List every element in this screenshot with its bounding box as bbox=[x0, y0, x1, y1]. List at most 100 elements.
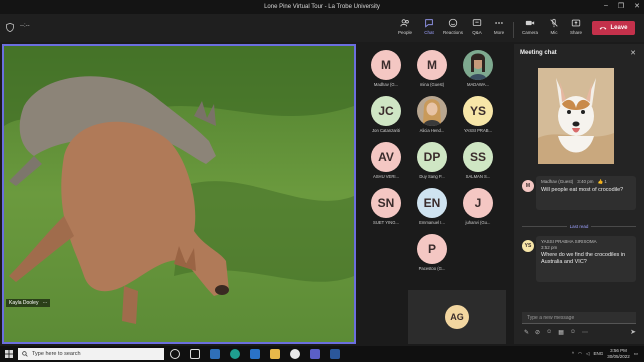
message-meta: YASSI PRABHA SIRISOMA 3:52 pm bbox=[541, 239, 631, 250]
speaker-name-tag: Kayla Dooley ··· bbox=[6, 299, 51, 307]
participant-tile[interactable]: SS SALMAN S... bbox=[455, 142, 501, 182]
more-button[interactable]: More bbox=[487, 18, 511, 40]
format-icon[interactable]: ✎ bbox=[524, 329, 529, 336]
language-indicator[interactable]: ENG bbox=[593, 351, 603, 356]
minimize-button[interactable]: – bbox=[604, 2, 608, 10]
participant-tile[interactable]: P Pacestoo (G... bbox=[409, 234, 455, 274]
participant-name: SALMAN S... bbox=[465, 174, 491, 179]
participant-tile[interactable]: EN Emmanuel I... bbox=[409, 188, 455, 228]
search-placeholder: Type here to search bbox=[32, 351, 81, 357]
chat-compose-input[interactable]: Type a new message bbox=[522, 312, 636, 324]
participant-name: Alicia Hend... bbox=[419, 128, 445, 133]
self-view[interactable]: AG bbox=[408, 290, 506, 344]
file-explorer-icon[interactable] bbox=[270, 349, 280, 359]
participant-name: YASSI PRAB... bbox=[463, 128, 493, 133]
message-meta: Madhav (Guest) 3:40 pm 👍 1 bbox=[541, 179, 631, 185]
store-icon[interactable] bbox=[210, 349, 220, 359]
window-controls: – ❐ ✕ bbox=[604, 2, 640, 10]
participant-tile[interactable]: J juhanvi (Gu... bbox=[455, 188, 501, 228]
taskbar-clock[interactable]: 3:56 PM 30/05/2022 bbox=[607, 348, 630, 359]
participant-name: Jon Catanzariti bbox=[372, 128, 400, 133]
emoji-icon[interactable]: ☺ bbox=[546, 329, 552, 336]
avatar-photo bbox=[463, 50, 493, 80]
chat-title: Meeting chat bbox=[520, 50, 557, 56]
outlook-icon[interactable] bbox=[250, 349, 260, 359]
avatar: P bbox=[417, 234, 447, 264]
message-reaction[interactable]: 👍 1 bbox=[598, 179, 607, 185]
participant-tile[interactable]: M mina (Guest) bbox=[409, 50, 455, 90]
more-icon bbox=[495, 22, 503, 24]
clock-time: 3:56 PM bbox=[610, 348, 627, 353]
system-tray: ^ ◠ ◁ ENG 3:56 PM 30/05/2022 ▭ bbox=[572, 348, 638, 359]
chat-message[interactable]: YASSI PRABHA SIRISOMA 3:52 pm Where do w… bbox=[536, 236, 636, 282]
teams-meeting-window: Lone Pine Virtual Tour - La Trobe Univer… bbox=[0, 0, 644, 362]
cortana-icon[interactable] bbox=[170, 349, 180, 359]
more-options-icon[interactable]: ⋯ bbox=[582, 329, 588, 336]
volume-icon[interactable]: ◁ bbox=[586, 351, 589, 357]
participant-tile[interactable]: JC Jon Catanzariti bbox=[363, 96, 409, 136]
phone-hangup-icon bbox=[600, 27, 607, 30]
chat-button[interactable]: Chat bbox=[417, 18, 441, 40]
leave-button[interactable]: Leave bbox=[592, 21, 635, 35]
share-label: Share bbox=[569, 30, 582, 35]
gif-icon[interactable]: ▦ bbox=[558, 329, 564, 336]
avatar-photo bbox=[417, 96, 447, 126]
tray-up-icon[interactable]: ^ bbox=[572, 351, 574, 356]
chat-icon bbox=[425, 19, 433, 28]
word-icon[interactable] bbox=[330, 349, 340, 359]
close-window-button[interactable]: ✕ bbox=[634, 2, 640, 10]
sticker-icon[interactable]: ☺ bbox=[570, 329, 576, 336]
taskbar-search[interactable]: Type here to search bbox=[18, 348, 164, 360]
participant-tile[interactable]: Alicia Hend... bbox=[409, 96, 455, 136]
camera-button[interactable]: Camera bbox=[518, 18, 542, 40]
windows-start-icon[interactable] bbox=[5, 350, 13, 358]
notification-icon[interactable]: ▭ bbox=[634, 351, 638, 357]
participant-name: mina (Guest) bbox=[419, 82, 445, 87]
close-icon[interactable]: ✕ bbox=[630, 49, 636, 57]
speaker-more-icon[interactable]: ··· bbox=[42, 300, 47, 306]
avatar: YS bbox=[463, 96, 493, 126]
avatar: JC bbox=[371, 96, 401, 126]
shared-dog-image[interactable] bbox=[538, 68, 614, 164]
last-read-label: Last read bbox=[569, 224, 589, 229]
avatar: SS bbox=[463, 142, 493, 172]
chrome-icon[interactable] bbox=[290, 349, 300, 359]
chat-message[interactable]: Madhav (Guest) 3:40 pm 👍 1 Will people e… bbox=[536, 176, 636, 210]
maximize-button[interactable]: ❐ bbox=[618, 2, 624, 10]
qa-icon bbox=[472, 19, 482, 26]
attach-icon[interactable]: ⊘ bbox=[535, 329, 540, 336]
participant-name: Duy Sang P... bbox=[419, 174, 445, 179]
people-button[interactable]: People bbox=[393, 18, 417, 40]
mic-label: Mic bbox=[550, 30, 558, 35]
participant-name: SUET YING... bbox=[373, 220, 399, 225]
edge-icon[interactable] bbox=[230, 349, 240, 359]
reactions-icon bbox=[448, 18, 458, 28]
qa-button[interactable]: Q&A bbox=[465, 18, 489, 40]
chat-avatar: M bbox=[522, 180, 534, 192]
send-button[interactable]: ➤ bbox=[630, 328, 636, 336]
mic-button[interactable]: Mic bbox=[542, 18, 566, 40]
task-view-icon[interactable] bbox=[190, 349, 200, 359]
chat-label: Chat bbox=[424, 30, 434, 35]
participant-tile[interactable]: M Madhav (G... bbox=[363, 50, 409, 90]
share-icon bbox=[571, 19, 581, 27]
participant-tile[interactable]: MADAWA... bbox=[455, 50, 501, 90]
search-icon bbox=[22, 351, 28, 357]
participant-tile[interactable]: DP Duy Sang P... bbox=[409, 142, 455, 182]
reactions-button[interactable]: Reactions bbox=[441, 18, 465, 40]
avatar: EN bbox=[417, 188, 447, 218]
avatar: SN bbox=[371, 188, 401, 218]
participant-tile[interactable]: AV ASHU VERI... bbox=[363, 142, 409, 182]
compose-toolbar: ✎ ⊘ ☺ ▦ ☺ ⋯ bbox=[524, 329, 636, 336]
share-button[interactable]: Share bbox=[564, 18, 588, 40]
participant-name: Pacestoo (G... bbox=[418, 266, 446, 271]
participant-tile[interactable]: YS YASSI PRAB... bbox=[455, 96, 501, 136]
teams-icon[interactable] bbox=[310, 349, 320, 359]
toolbar-divider bbox=[513, 22, 514, 38]
avatar: J bbox=[463, 188, 493, 218]
chat-avatar: YS bbox=[522, 240, 534, 252]
participant-name: MADAWA... bbox=[466, 82, 490, 87]
main-video-stage[interactable]: Kayla Dooley ··· bbox=[2, 44, 356, 344]
wifi-icon[interactable]: ◠ bbox=[578, 351, 582, 357]
participant-tile[interactable]: SN SUET YING... bbox=[363, 188, 409, 228]
